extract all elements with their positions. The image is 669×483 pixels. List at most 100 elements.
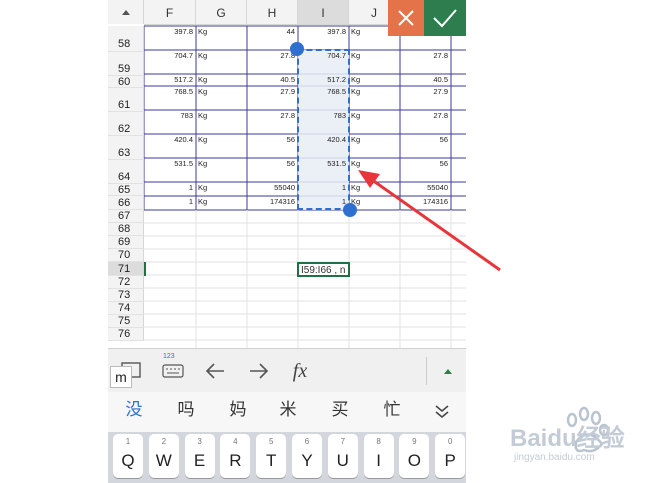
key-letter: R bbox=[229, 451, 242, 470]
pinyin-composition: m bbox=[110, 366, 132, 388]
candidate-item[interactable]: 忙 bbox=[372, 392, 412, 432]
key-letter: P bbox=[444, 451, 456, 470]
column-header-i[interactable]: I bbox=[298, 0, 349, 24]
table-cell[interactable]: Kg bbox=[351, 51, 397, 60]
row-header[interactable]: 73 bbox=[108, 289, 144, 302]
table-cell[interactable]: 420.4 bbox=[146, 135, 193, 144]
table-cell[interactable]: 531.5 bbox=[146, 159, 193, 168]
key-letter: T bbox=[265, 451, 277, 470]
numeric-keyboard-button[interactable]: 123 bbox=[160, 349, 186, 393]
candidate-item[interactable]: 妈 bbox=[218, 392, 258, 432]
row-header[interactable]: 62 bbox=[108, 112, 144, 136]
candidate-item[interactable]: 米 bbox=[268, 392, 308, 432]
table-cell[interactable]: 27.8 bbox=[402, 51, 448, 60]
table-cell[interactable]: Kg bbox=[198, 111, 244, 120]
row-header[interactable]: 58 bbox=[108, 26, 144, 52]
key-o[interactable]: 9O bbox=[399, 434, 430, 478]
expand-toolbar-icon[interactable] bbox=[438, 349, 458, 393]
table-cell[interactable]: 1 bbox=[146, 197, 193, 206]
table-cell[interactable]: 783 bbox=[146, 111, 193, 120]
selection-range[interactable] bbox=[297, 49, 350, 210]
table-cell[interactable]: Kg bbox=[198, 197, 244, 206]
key-q[interactable]: 1Q bbox=[113, 434, 143, 478]
row-header[interactable]: 75 bbox=[108, 315, 144, 328]
expand-candidates-icon[interactable] bbox=[428, 392, 456, 432]
table-cell[interactable]: 40.5 bbox=[249, 75, 295, 84]
table-cell[interactable]: 397.8 bbox=[300, 27, 346, 36]
key-w[interactable]: 2W bbox=[148, 434, 179, 478]
table-cell[interactable]: 768.5 bbox=[146, 87, 193, 96]
candidate-item[interactable]: 买 bbox=[320, 392, 360, 432]
key-p[interactable]: 0P bbox=[435, 434, 466, 478]
selection-handle-top[interactable] bbox=[290, 42, 304, 56]
table-cell[interactable]: Kg bbox=[351, 111, 397, 120]
table-cell[interactable]: Kg bbox=[198, 87, 244, 96]
accept-button[interactable] bbox=[424, 0, 466, 36]
active-cell-i71[interactable]: I59:I66 , n bbox=[297, 262, 350, 277]
table-cell[interactable]: Kg bbox=[198, 183, 244, 192]
arrow-right-icon[interactable] bbox=[244, 349, 272, 393]
table-cell[interactable]: 174316 bbox=[249, 197, 295, 206]
insert-function-button[interactable]: fx bbox=[286, 349, 314, 393]
row-header-active[interactable]: 71 bbox=[108, 262, 144, 276]
select-all-corner[interactable] bbox=[108, 0, 144, 24]
key-e[interactable]: 3E bbox=[184, 434, 215, 478]
table-cell[interactable]: 704.7 bbox=[146, 51, 193, 60]
table-cell[interactable]: Kg bbox=[351, 135, 397, 144]
keyboard-label: 123 bbox=[163, 353, 175, 360]
table-cell[interactable]: Kg bbox=[198, 135, 244, 144]
row-header[interactable]: 65 bbox=[108, 184, 144, 196]
table-cell[interactable]: Kg bbox=[198, 51, 244, 60]
row-header[interactable]: 74 bbox=[108, 302, 144, 315]
row-header[interactable]: 68 bbox=[108, 223, 144, 236]
key-letter: W bbox=[155, 451, 172, 470]
column-header-g[interactable]: G bbox=[196, 0, 247, 24]
arrow-left-icon[interactable] bbox=[202, 349, 230, 393]
table-cell[interactable]: 40.5 bbox=[402, 75, 448, 84]
key-u[interactable]: 7U bbox=[327, 434, 358, 478]
row-header[interactable]: 60 bbox=[108, 76, 144, 88]
row-header[interactable]: 76 bbox=[108, 328, 144, 341]
key-number: 8 bbox=[376, 437, 381, 446]
table-cell[interactable]: 27.8 bbox=[249, 51, 295, 60]
table-cell[interactable]: 27.8 bbox=[249, 111, 295, 120]
table-cell[interactable]: 55040 bbox=[249, 183, 295, 192]
key-y[interactable]: 6Y bbox=[292, 434, 322, 478]
table-cell[interactable]: 56 bbox=[249, 159, 295, 168]
table-cell[interactable]: Kg bbox=[198, 159, 244, 168]
column-header-h[interactable]: H bbox=[247, 0, 298, 24]
key-i[interactable]: 8I bbox=[363, 434, 394, 478]
row-header[interactable]: 69 bbox=[108, 236, 144, 249]
column-header-f[interactable]: F bbox=[144, 0, 196, 24]
table-cell[interactable]: Kg bbox=[351, 87, 397, 96]
row-header[interactable]: 61 bbox=[108, 88, 144, 112]
table-cell[interactable]: 27.9 bbox=[249, 87, 295, 96]
row-header[interactable]: 63 bbox=[108, 136, 144, 160]
table-cell[interactable]: Kg bbox=[351, 75, 397, 84]
cancel-button[interactable] bbox=[388, 0, 424, 36]
table-cell[interactable]: 56 bbox=[249, 135, 295, 144]
table-cell[interactable]: 397.8 bbox=[146, 27, 193, 36]
close-icon bbox=[398, 10, 414, 26]
candidate-item[interactable]: 没 bbox=[114, 392, 154, 432]
key-t[interactable]: 5T bbox=[256, 434, 287, 478]
table-cell[interactable]: 44 bbox=[249, 27, 295, 36]
table-cell[interactable]: 27.9 bbox=[402, 87, 448, 96]
table-cell[interactable]: 1 bbox=[146, 183, 193, 192]
table-cell[interactable]: Kg bbox=[198, 27, 244, 36]
row-header[interactable]: 64 bbox=[108, 160, 144, 184]
row-header[interactable]: 66 bbox=[108, 196, 144, 210]
table-cell[interactable]: Kg bbox=[198, 75, 244, 84]
row-header[interactable]: 67 bbox=[108, 210, 144, 223]
candidate-item[interactable]: 吗 bbox=[166, 392, 206, 432]
table-cell[interactable]: 56 bbox=[402, 135, 448, 144]
key-number: 4 bbox=[233, 437, 238, 446]
key-letter: Q bbox=[121, 451, 135, 470]
table-cell[interactable]: 517.2 bbox=[146, 75, 193, 84]
row-header[interactable]: 70 bbox=[108, 249, 144, 262]
key-r[interactable]: 4R bbox=[220, 434, 251, 478]
row-header[interactable]: 59 bbox=[108, 52, 144, 76]
row-header[interactable]: 72 bbox=[108, 276, 144, 289]
key-number: 2 bbox=[161, 437, 167, 446]
table-cell[interactable]: 27.8 bbox=[402, 111, 448, 120]
